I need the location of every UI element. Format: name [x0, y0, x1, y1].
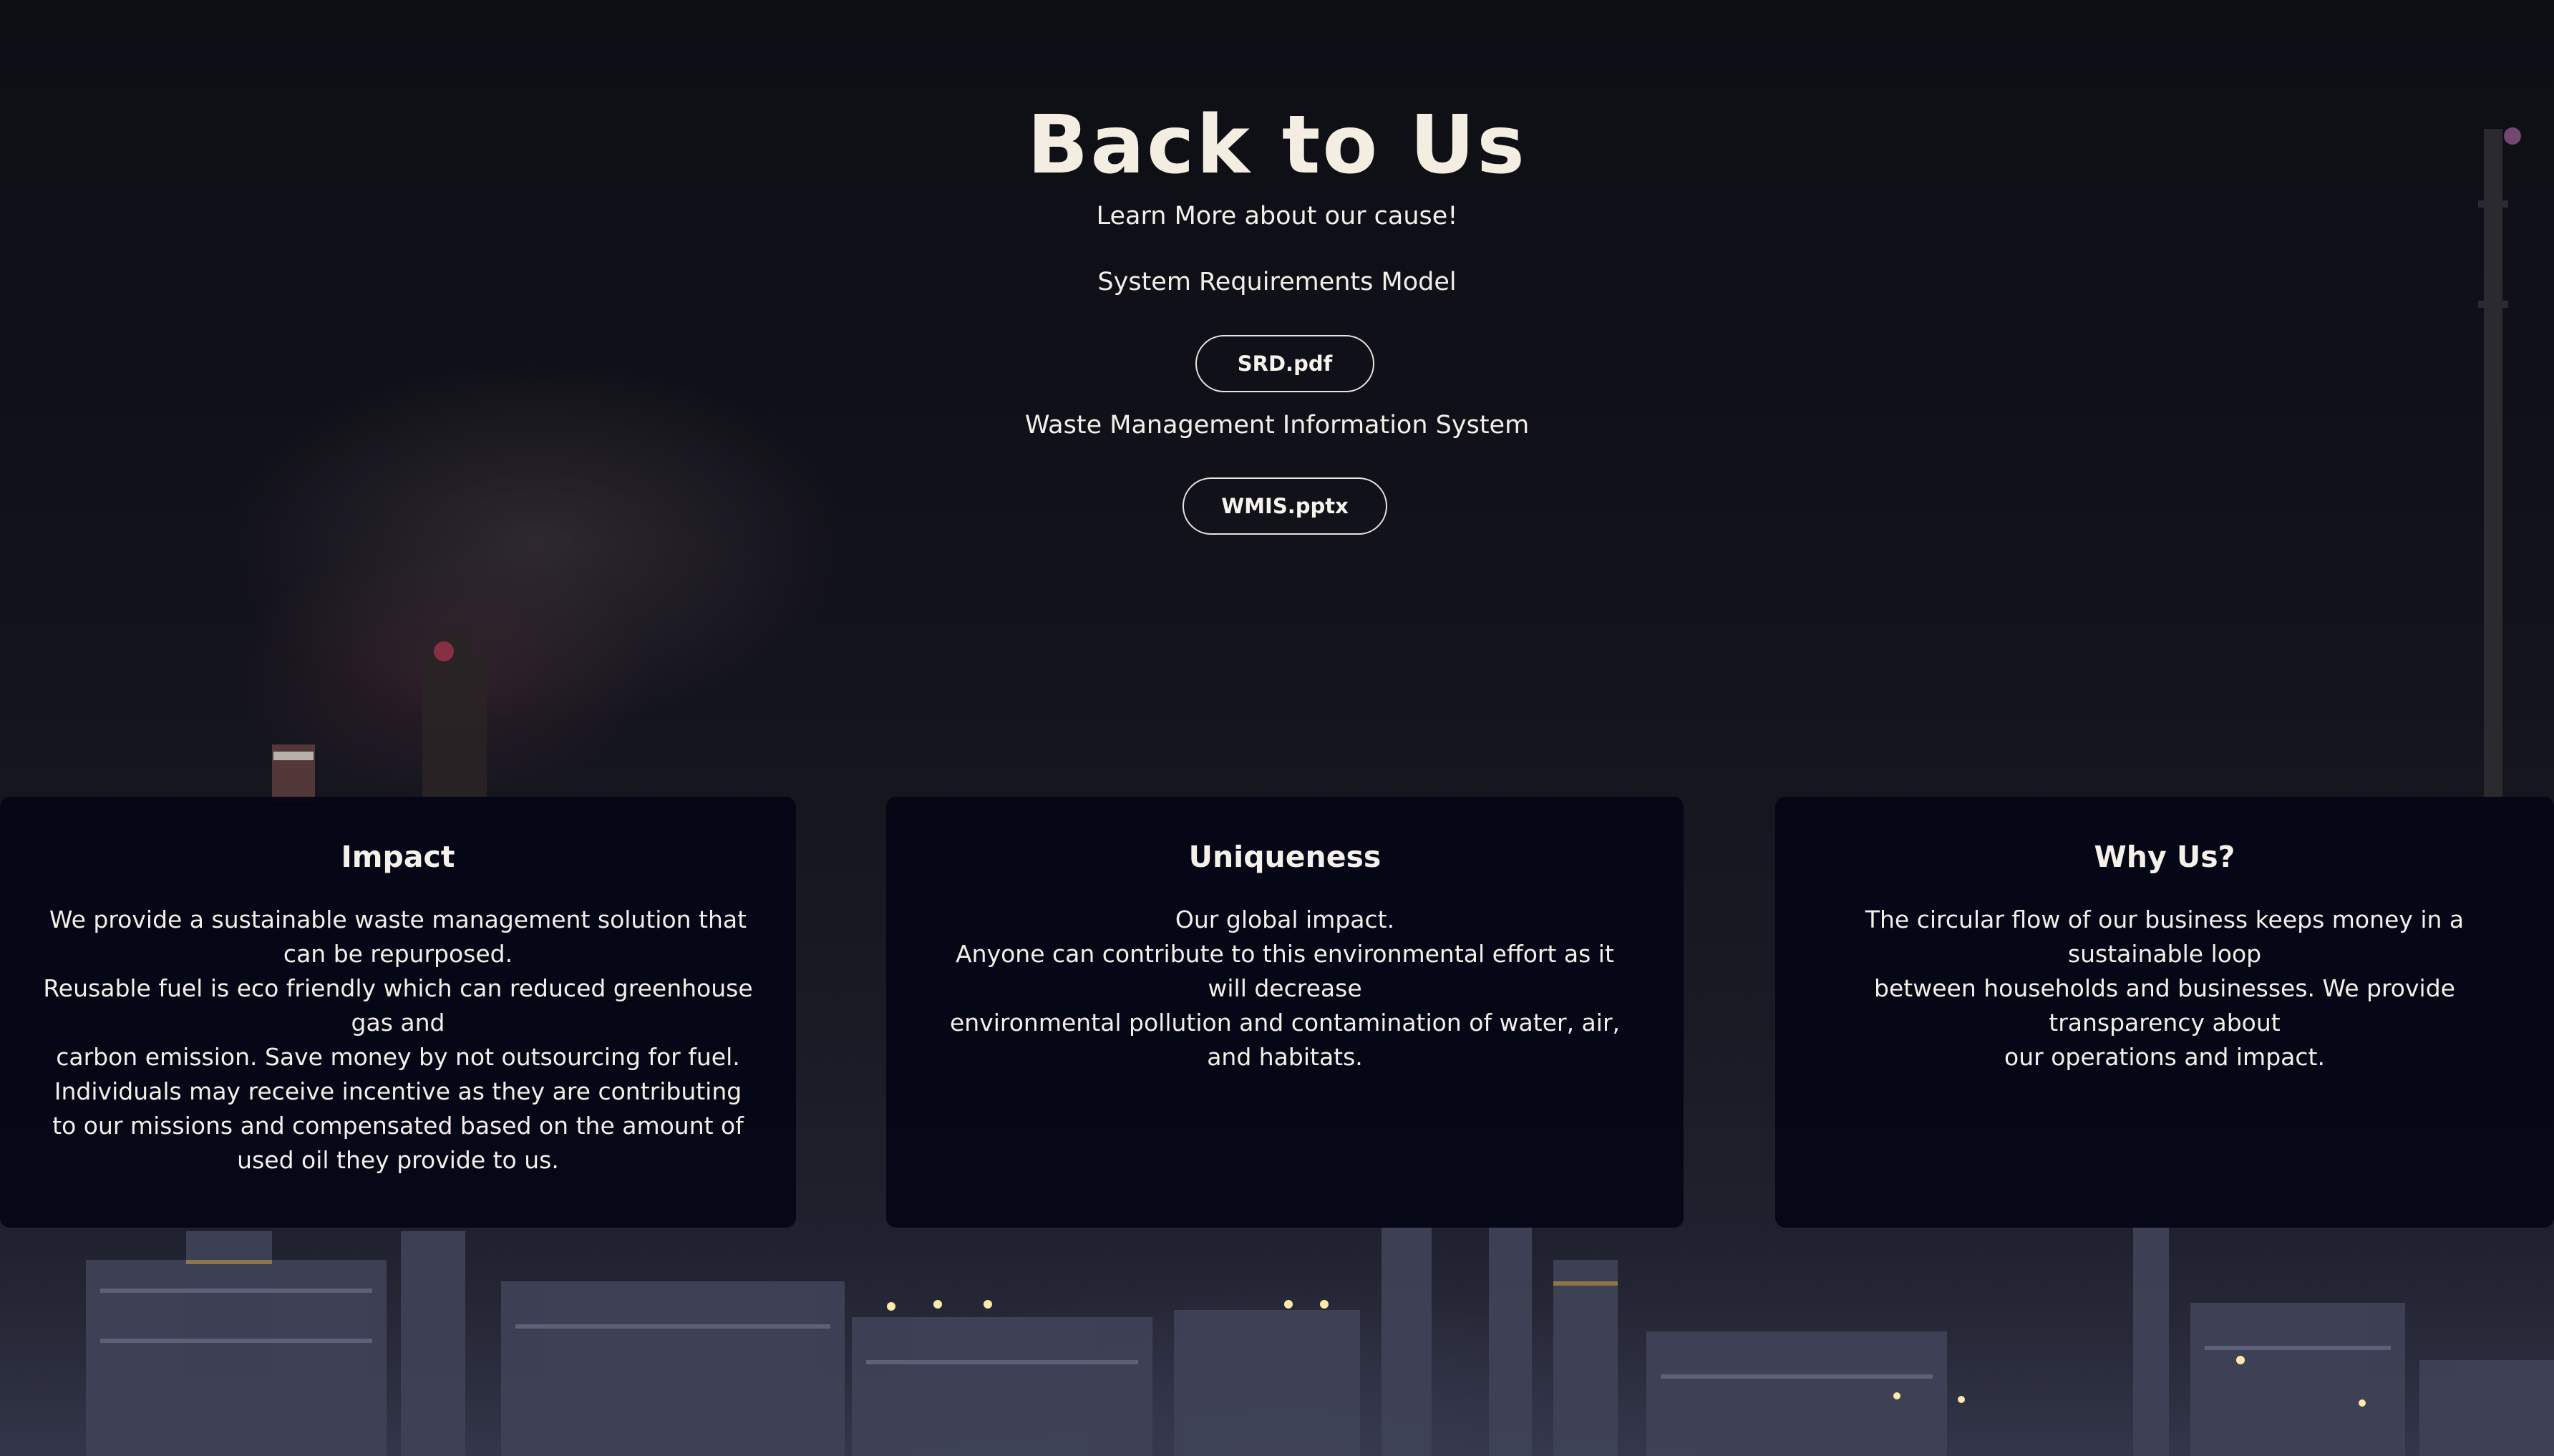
uniqueness-card: Uniqueness Our global impact. Anyone can…	[886, 797, 1684, 1228]
wmis-download-button[interactable]: WMIS.pptx	[1183, 477, 1387, 535]
card-body: The circular flow of our business keeps …	[1775, 903, 2554, 1074]
card-title: Impact	[341, 840, 455, 874]
wmis-section-label: Waste Management Information System	[1024, 411, 1530, 440]
page-title: Back to Us	[1027, 99, 1527, 192]
card-body: Our global impact. Anyone can contribute…	[886, 903, 1684, 1074]
card-text-line: environmental pollution and contaminatio…	[949, 1009, 1621, 1071]
card-text-line: carbon emission. Save money by not outso…	[56, 1043, 740, 1071]
card-text-line: Reusable fuel is eco friendly which can …	[43, 974, 753, 1037]
srd-download-button[interactable]: SRD.pdf	[1195, 335, 1374, 392]
card-text-line: between households and businesses. We pr…	[1874, 974, 2455, 1037]
card-text-line: We provide a sustainable waste managemen…	[49, 906, 747, 968]
card-text-line: Individuals may receive incentive as the…	[52, 1077, 744, 1174]
card-title: Why Us?	[2094, 840, 2235, 874]
hero-subtitle: Learn More about our cause!	[1096, 202, 1458, 230]
why-us-card: Why Us? The circular flow of our busines…	[1775, 797, 2554, 1228]
card-body: We provide a sustainable waste managemen…	[0, 903, 796, 1178]
card-text-line: our operations and impact.	[2004, 1043, 2325, 1071]
srd-section-label: System Requirements Model	[1097, 268, 1457, 296]
card-title: Uniqueness	[1188, 840, 1382, 874]
page: Back to Us Learn More about our cause! S…	[0, 0, 2554, 1456]
card-text-line: Our global impact.	[1175, 906, 1395, 933]
card-text-line: The circular flow of our business keeps …	[1865, 906, 2465, 968]
card-text-line: Anyone can contribute to this environmen…	[956, 940, 1614, 1002]
impact-card: Impact We provide a sustainable waste ma…	[0, 797, 796, 1228]
